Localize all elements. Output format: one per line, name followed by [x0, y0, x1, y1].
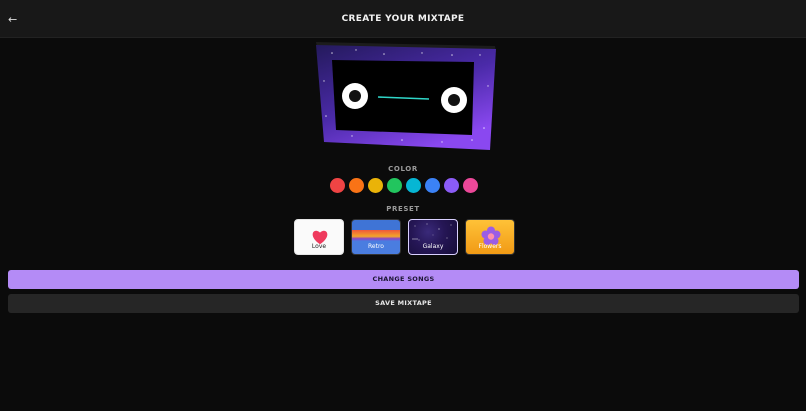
top-bar: ← CREATE YOUR MIXTAPE	[0, 0, 806, 38]
cassette-preview	[312, 36, 502, 154]
color-swatch-green[interactable]	[387, 178, 402, 193]
preset-retro[interactable]: Retro	[351, 219, 401, 255]
color-swatch-red[interactable]	[330, 178, 345, 193]
preset-label: Retro	[368, 243, 384, 250]
color-swatch-cyan[interactable]	[406, 178, 421, 193]
color-swatch-orange[interactable]	[349, 178, 364, 193]
page-title: CREATE YOUR MIXTAPE	[341, 14, 465, 24]
preset-list: Love Retro Galaxy Flowers	[294, 219, 515, 255]
preset-galaxy[interactable]: Galaxy	[408, 219, 458, 255]
color-swatch-purple[interactable]	[444, 178, 459, 193]
color-swatch-yellow[interactable]	[368, 178, 383, 193]
preset-section-label: PRESET	[386, 205, 420, 213]
preset-love[interactable]: Love	[294, 219, 344, 255]
color-swatch-pink[interactable]	[463, 178, 478, 193]
color-swatch-blue[interactable]	[425, 178, 440, 193]
preset-label: Flowers	[478, 243, 502, 250]
change-songs-button[interactable]: CHANGE SONGS	[8, 270, 799, 289]
color-swatches	[330, 178, 478, 193]
save-mixtape-button[interactable]: SAVE MIXTAPE	[8, 294, 799, 313]
preset-label: Love	[311, 243, 327, 250]
preset-flowers[interactable]: Flowers	[465, 219, 515, 255]
cassette-illustration	[316, 42, 496, 150]
color-section-label: COLOR	[388, 165, 418, 173]
preset-label: Galaxy	[422, 243, 444, 250]
